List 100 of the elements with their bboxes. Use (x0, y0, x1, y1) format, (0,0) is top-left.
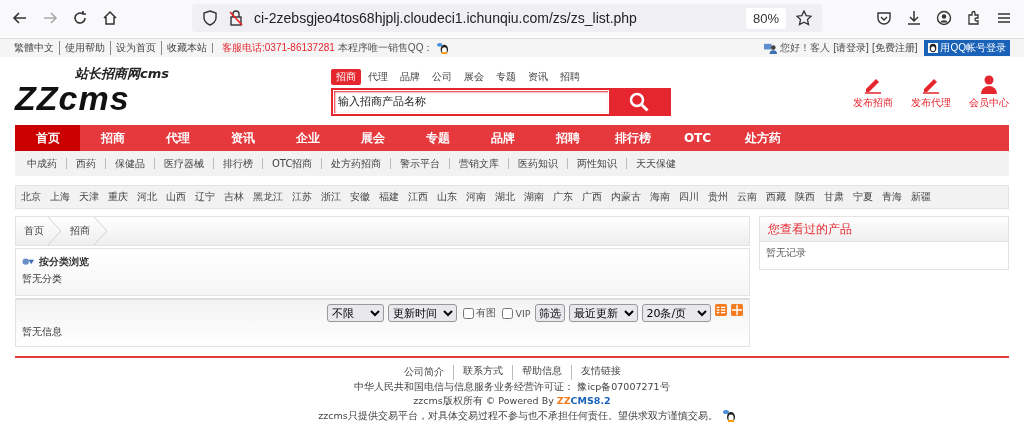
breadcrumb-link[interactable]: 招商 (62, 217, 108, 245)
nav-tab[interactable]: 排行榜 (600, 125, 665, 151)
nav-tab[interactable]: 品牌 (470, 125, 535, 151)
zzcms-logo[interactable]: 站长招商网cms ZZcms (15, 67, 215, 117)
nav-tab[interactable]: OTC (665, 125, 730, 151)
nav-tab[interactable]: 首页 (15, 125, 80, 151)
header-action-link[interactable]: 发布代理 (911, 74, 951, 110)
city-link[interactable]: 辽宁 (195, 190, 215, 204)
download-icon[interactable] (906, 10, 922, 26)
filter-checkbox[interactable] (502, 307, 514, 319)
header-action-link[interactable]: 会员中心 (969, 74, 1009, 110)
address-bar[interactable]: ci-2zebsgjeo4tos68hjplj.cloudeci1.ichunqiu.com/zs/zs_list.php 80% (192, 4, 822, 32)
city-link[interactable]: 四川 (679, 190, 699, 204)
city-link[interactable]: 甘肃 (824, 190, 844, 204)
city-link[interactable]: 广东 (553, 190, 573, 204)
city-link[interactable]: 河北 (137, 190, 157, 204)
subnav-link[interactable]: 营销文库 (449, 158, 500, 169)
home-icon[interactable] (102, 10, 118, 26)
city-link[interactable]: 宁夏 (853, 190, 873, 204)
city-link[interactable]: 西藏 (766, 190, 786, 204)
search-tab[interactable]: 招商 (331, 68, 361, 85)
city-link[interactable]: 北京 (21, 190, 41, 204)
city-link[interactable]: 上海 (50, 190, 70, 204)
city-link[interactable]: 湖北 (495, 190, 515, 204)
breadcrumb-link[interactable]: 首页 (16, 217, 62, 245)
subnav-link[interactable]: OTC招商 (262, 158, 313, 169)
nav-tab[interactable]: 代理 (145, 125, 210, 151)
search-tab[interactable]: 招聘 (555, 68, 585, 85)
top-link[interactable]: 繁體中文 (14, 41, 54, 55)
subnav-link[interactable]: 处方药招商 (321, 158, 382, 169)
subnav-link[interactable]: 西药 (66, 158, 96, 169)
list-view-icon[interactable] (714, 304, 727, 316)
footer-link[interactable]: 帮助信息 (511, 365, 562, 380)
subnav-link[interactable]: 排行榜 (213, 158, 253, 169)
subnav-link[interactable]: 两性知识 (567, 158, 618, 169)
qq-penguin-icon[interactable] (436, 41, 450, 55)
sort-field-select[interactable]: 更新时间 (388, 304, 458, 322)
city-link[interactable]: 内蒙古 (611, 190, 641, 204)
city-link[interactable]: 云南 (737, 190, 757, 204)
extensions-icon[interactable] (966, 10, 982, 26)
account-icon[interactable] (936, 10, 952, 26)
grid-view-icon[interactable] (730, 304, 743, 316)
qq-penguin-icon[interactable] (721, 408, 736, 423)
city-link[interactable]: 重庆 (108, 190, 128, 204)
city-link[interactable]: 海南 (650, 190, 670, 204)
search-tab[interactable]: 专题 (491, 68, 521, 85)
city-link[interactable]: 陕西 (795, 190, 815, 204)
qq-login-button[interactable]: 用QQ帐号登录 (924, 40, 1010, 56)
region-select[interactable]: 不限 (327, 304, 385, 322)
order-select[interactable]: 最近更新 (568, 304, 638, 322)
nav-tab[interactable]: 招商 (80, 125, 145, 151)
nav-tab[interactable]: 资讯 (210, 125, 275, 151)
nav-tab[interactable]: 展会 (340, 125, 405, 151)
search-field[interactable]: 输入招商产品名称 (333, 89, 609, 114)
footer-link[interactable]: 友情链接 (570, 365, 621, 380)
subnav-link[interactable]: 天天保健 (626, 158, 677, 169)
city-link[interactable]: 浙江 (321, 190, 341, 204)
per-page-select[interactable]: 20条/页 (641, 304, 711, 322)
shield-icon[interactable] (202, 10, 218, 26)
subnav-link[interactable]: 中成药 (27, 156, 57, 171)
nav-tab[interactable]: 招聘 (535, 125, 600, 151)
top-link[interactable]: 使用帮助 (59, 41, 105, 55)
footer-link[interactable]: 公司简介 (403, 365, 444, 380)
footer-link[interactable]: 联系方式 (452, 365, 503, 380)
city-link[interactable]: 山东 (437, 190, 457, 204)
city-link[interactable]: 湖南 (524, 190, 544, 204)
back-icon[interactable] (12, 10, 28, 26)
city-link[interactable]: 安徽 (350, 190, 370, 204)
star-icon[interactable] (796, 10, 812, 26)
search-button[interactable] (609, 89, 669, 114)
city-link[interactable]: 福建 (379, 190, 399, 204)
city-link[interactable]: 江西 (408, 190, 428, 204)
subnav-link[interactable]: 医药知识 (508, 158, 559, 169)
login-link[interactable]: [请登录] (833, 41, 869, 55)
header-action-link[interactable]: 发布招商 (853, 74, 893, 110)
city-link[interactable]: 天津 (79, 190, 99, 204)
city-link[interactable]: 黑龙江 (253, 190, 283, 204)
city-link[interactable]: 贵州 (708, 190, 728, 204)
subnav-link[interactable]: 保健品 (105, 158, 145, 169)
nav-tab[interactable]: 企业 (275, 125, 340, 151)
city-link[interactable]: 河南 (466, 190, 486, 204)
search-tab[interactable]: 公司 (427, 68, 457, 85)
nav-tab[interactable]: 专题 (405, 125, 470, 151)
insecure-lock-icon[interactable] (228, 10, 244, 26)
menu-icon[interactable] (996, 10, 1012, 26)
top-link[interactable]: 收藏本站 (161, 41, 207, 55)
city-link[interactable]: 广西 (582, 190, 602, 204)
city-link[interactable]: 吉林 (224, 190, 244, 204)
city-link[interactable]: 新疆 (911, 190, 931, 204)
pocket-icon[interactable] (876, 10, 892, 26)
search-tab[interactable]: 资讯 (523, 68, 553, 85)
subnav-link[interactable]: 警示平台 (390, 158, 441, 169)
register-link[interactable]: [免费注册] (871, 41, 918, 55)
nav-tab[interactable]: 处方药 (730, 125, 795, 151)
reload-icon[interactable] (72, 10, 88, 26)
city-link[interactable]: 山西 (166, 190, 186, 204)
zoom-level[interactable]: 80% (745, 7, 786, 29)
search-tab[interactable]: 代理 (363, 68, 393, 85)
city-link[interactable]: 江苏 (292, 190, 312, 204)
filter-button[interactable]: 筛选 (534, 304, 565, 322)
